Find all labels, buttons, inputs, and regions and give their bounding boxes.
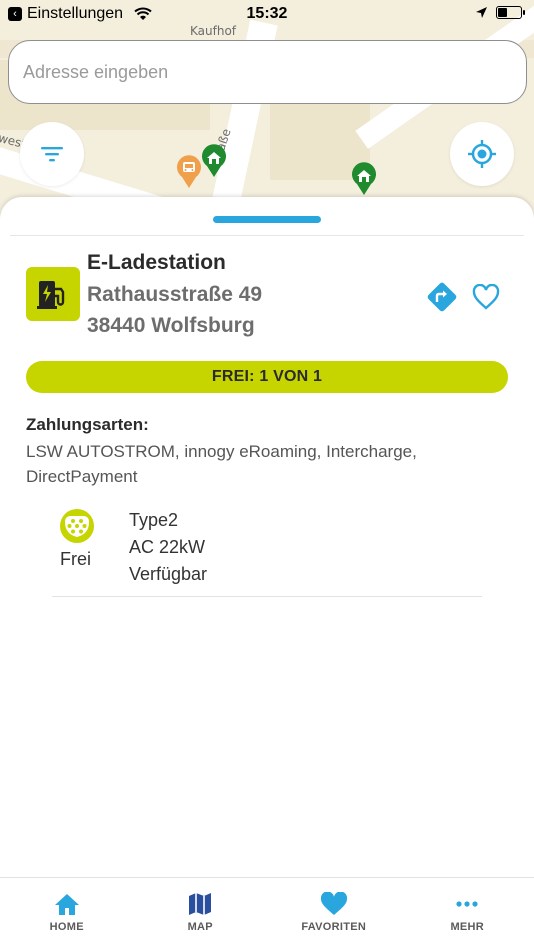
map-icon <box>189 893 212 915</box>
clock: 15:32 <box>246 5 288 22</box>
bus-stop-pin-icon[interactable] <box>175 155 203 189</box>
divider <box>10 235 524 236</box>
tab-label: MAP <box>187 921 213 933</box>
tab-bar: HOME MAP FAVORITEN MEHR <box>0 877 534 950</box>
home-icon <box>54 894 79 915</box>
station-city: 38440 Wolfsburg <box>87 314 255 337</box>
station-type: E-Ladestation <box>87 251 226 274</box>
sheet-drag-handle[interactable] <box>213 216 321 223</box>
payment-heading: Zahlungsarten: <box>26 415 149 434</box>
charging-station-pin-icon[interactable] <box>350 162 378 196</box>
heart-icon <box>320 892 347 915</box>
favorite-button[interactable] <box>470 281 502 313</box>
tab-label: HOME <box>49 921 84 933</box>
ev-station-icon <box>26 267 80 321</box>
locate-me-button[interactable] <box>450 122 514 186</box>
connector-status: Frei <box>60 549 91 569</box>
status-bar: ‹ Einstellungen 15:32 <box>0 0 534 28</box>
tab-label: FAVORITEN <box>301 921 367 933</box>
connector-type: Type2 <box>129 510 179 530</box>
route-button[interactable] <box>424 279 460 315</box>
filter-icon <box>41 147 63 162</box>
connector-power: AC 22kW <box>129 537 206 557</box>
payment-methods: LSW AUTOSTROM, innogy eRoaming, Intercha… <box>26 442 417 486</box>
type2-plug-icon <box>60 509 94 543</box>
tab-map[interactable]: MAP <box>134 878 268 950</box>
location-arrow-icon <box>476 7 487 18</box>
address-search-input[interactable] <box>9 41 526 103</box>
heart-outline-icon <box>472 284 500 310</box>
filter-button[interactable] <box>20 122 84 186</box>
battery-level <box>498 8 508 17</box>
more-icon <box>456 901 478 907</box>
connector-item: Frei Type2 AC 22kW Verfügbar <box>52 505 482 597</box>
tab-favorites[interactable]: FAVORITEN <box>267 878 401 950</box>
crosshair-icon <box>468 140 496 168</box>
connector-state: Verfügbar <box>129 564 208 584</box>
battery-icon <box>496 6 525 19</box>
station-street: Rathausstraße 49 <box>87 283 263 306</box>
directions-icon <box>427 282 457 312</box>
availability-badge: FREI: 1 VON 1 <box>26 361 508 393</box>
address-search <box>8 40 527 104</box>
tab-label: MEHR <box>450 921 485 933</box>
tab-more[interactable]: MEHR <box>401 878 534 950</box>
charging-station-pin-icon[interactable] <box>200 144 228 178</box>
station-detail-sheet: E-Ladestation Rathausstraße 49 38440 Wol… <box>0 197 534 877</box>
tab-home[interactable]: HOME <box>0 878 134 950</box>
